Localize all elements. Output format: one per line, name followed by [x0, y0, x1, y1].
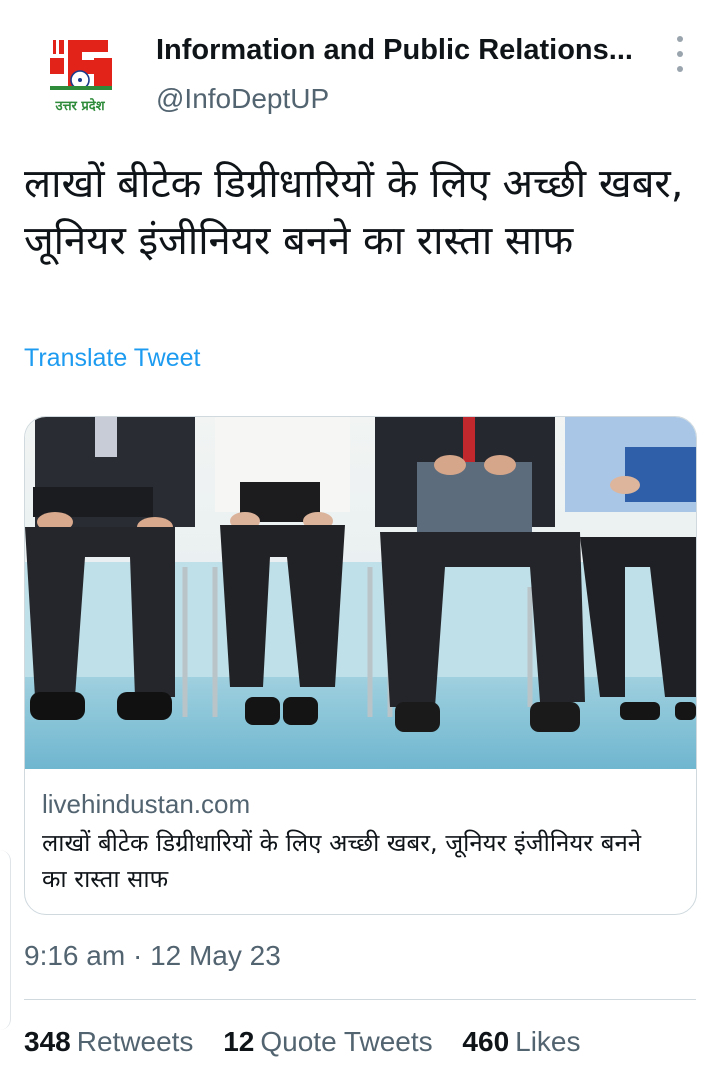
- likes-stat[interactable]: 460 Likes: [462, 1026, 580, 1058]
- quote-tweets-label: Quote Tweets: [260, 1026, 433, 1057]
- card-domain: livehindustan.com: [42, 789, 251, 819]
- quote-tweets-stat[interactable]: 12 Quote Tweets: [223, 1026, 432, 1058]
- tweet-date: 12 May 23: [150, 940, 281, 971]
- tweet-time: 9:16 am: [24, 940, 126, 971]
- translate-tweet-link[interactable]: Translate Tweet: [24, 344, 200, 373]
- author-handle[interactable]: @InfoDeptUP: [156, 83, 329, 115]
- left-edge-panel: [0, 850, 11, 1030]
- retweets-stat[interactable]: 348 Retweets: [24, 1026, 193, 1058]
- retweets-label: Retweets: [76, 1026, 194, 1057]
- tweet-stats: 348 Retweets 12 Quote Tweets 460 Likes: [24, 1026, 603, 1058]
- tweet-text: लाखों बीटेक डिग्रीधारियों के लिए अच्छी ख…: [24, 161, 684, 264]
- author-name[interactable]: Information and Public Relations...: [156, 34, 656, 67]
- timestamp-separator: ·: [132, 940, 143, 971]
- tweet-detail: उत्तर प्रदेश Information and Public Rela…: [0, 0, 719, 1087]
- more-dot: [677, 51, 683, 57]
- avatar[interactable]: उत्तर प्रदेश: [30, 30, 130, 130]
- likes-count: 460: [462, 1026, 510, 1057]
- job-candidates-photo-icon: [25, 417, 696, 769]
- link-preview-image[interactable]: [25, 417, 696, 769]
- quote-tweets-count: 12: [223, 1026, 255, 1057]
- avatar-logo-text: उत्तर प्रदेश: [54, 98, 105, 114]
- likes-label: Likes: [515, 1026, 581, 1057]
- more-dot: [677, 66, 683, 72]
- card-title: लाखों बीटेक डिग्रीधारियों के लिए अच्छी ख…: [42, 829, 642, 893]
- link-preview-card[interactable]: livehindustan.com लाखों बीटेक डिग्रीधारि…: [24, 416, 697, 915]
- retweets-count: 348: [24, 1026, 71, 1057]
- tweet-timestamp[interactable]: 9:16 am · 12 May 23: [24, 940, 281, 972]
- divider: [24, 999, 696, 1000]
- up-govt-logo-icon: उत्तर प्रदेश: [50, 40, 112, 114]
- more-dot: [677, 36, 683, 42]
- more-options-icon[interactable]: [668, 36, 692, 72]
